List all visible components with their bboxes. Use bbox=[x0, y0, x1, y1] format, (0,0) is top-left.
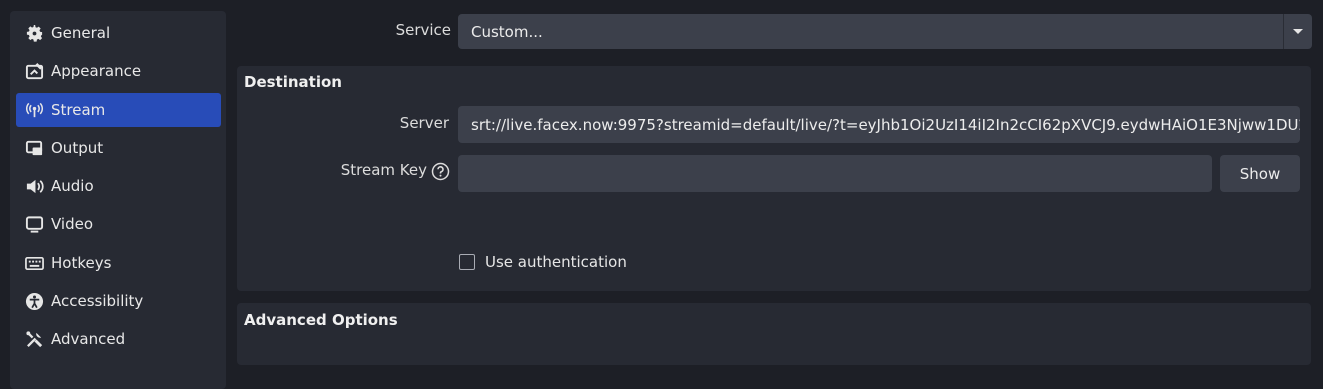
sidebar-item-label: Accessibility bbox=[51, 292, 144, 310]
gear-icon bbox=[23, 22, 45, 44]
sidebar-item-label: Stream bbox=[51, 101, 106, 119]
appearance-icon bbox=[23, 60, 45, 82]
server-input-value: srt://live.facex.now:9975?streamid=defau… bbox=[471, 115, 1300, 134]
sidebar-item-accessibility[interactable]: Accessibility bbox=[16, 284, 221, 318]
sidebar-item-audio[interactable]: Audio bbox=[16, 169, 221, 203]
speaker-icon bbox=[23, 175, 45, 197]
service-select-value: Custom... bbox=[471, 22, 543, 41]
output-icon bbox=[23, 137, 45, 159]
advanced-options-group: Advanced Options bbox=[237, 303, 1311, 365]
sidebar-item-label: Advanced bbox=[51, 330, 126, 348]
sidebar-item-label: Output bbox=[51, 139, 104, 157]
sidebar-item-label: Audio bbox=[51, 177, 94, 195]
keyboard-icon bbox=[23, 252, 45, 274]
sidebar-item-video[interactable]: Video bbox=[16, 207, 221, 241]
sidebar-item-label: Hotkeys bbox=[51, 254, 112, 272]
server-input[interactable]: srt://live.facex.now:9975?streamid=defau… bbox=[458, 106, 1300, 143]
sidebar-item-label: General bbox=[51, 24, 111, 42]
show-button-label: Show bbox=[1239, 164, 1281, 183]
destination-title: Destination bbox=[244, 73, 342, 91]
monitor-icon bbox=[23, 213, 45, 235]
sidebar-item-general[interactable]: General bbox=[16, 16, 221, 50]
sidebar-item-output[interactable]: Output bbox=[16, 131, 221, 165]
accessibility-icon bbox=[23, 290, 45, 312]
tools-icon bbox=[23, 328, 45, 350]
sidebar-item-appearance[interactable]: Appearance bbox=[16, 54, 221, 88]
sidebar-item-stream[interactable]: Stream bbox=[16, 93, 221, 127]
advanced-options-title[interactable]: Advanced Options bbox=[244, 311, 398, 329]
sidebar-item-label: Video bbox=[51, 215, 94, 233]
settings-sidebar: General Appearance Stream Output Audio V… bbox=[10, 11, 226, 389]
service-select[interactable]: Custom... bbox=[458, 14, 1312, 49]
sidebar-item-hotkeys[interactable]: Hotkeys bbox=[16, 246, 221, 280]
chevron-down-icon[interactable] bbox=[1283, 14, 1312, 49]
stream-key-label: Stream Key bbox=[340, 161, 427, 179]
use-authentication-label[interactable]: Use authentication bbox=[485, 253, 627, 271]
sidebar-item-label: Appearance bbox=[51, 62, 142, 80]
stream-key-input[interactable] bbox=[458, 155, 1212, 192]
server-label: Server bbox=[399, 114, 449, 132]
service-label: Service bbox=[395, 21, 451, 39]
use-authentication-checkbox[interactable] bbox=[459, 254, 475, 270]
sidebar-item-advanced[interactable]: Advanced bbox=[16, 322, 221, 356]
show-button[interactable]: Show bbox=[1220, 155, 1300, 192]
antenna-icon bbox=[23, 99, 45, 121]
help-icon[interactable] bbox=[431, 162, 450, 181]
